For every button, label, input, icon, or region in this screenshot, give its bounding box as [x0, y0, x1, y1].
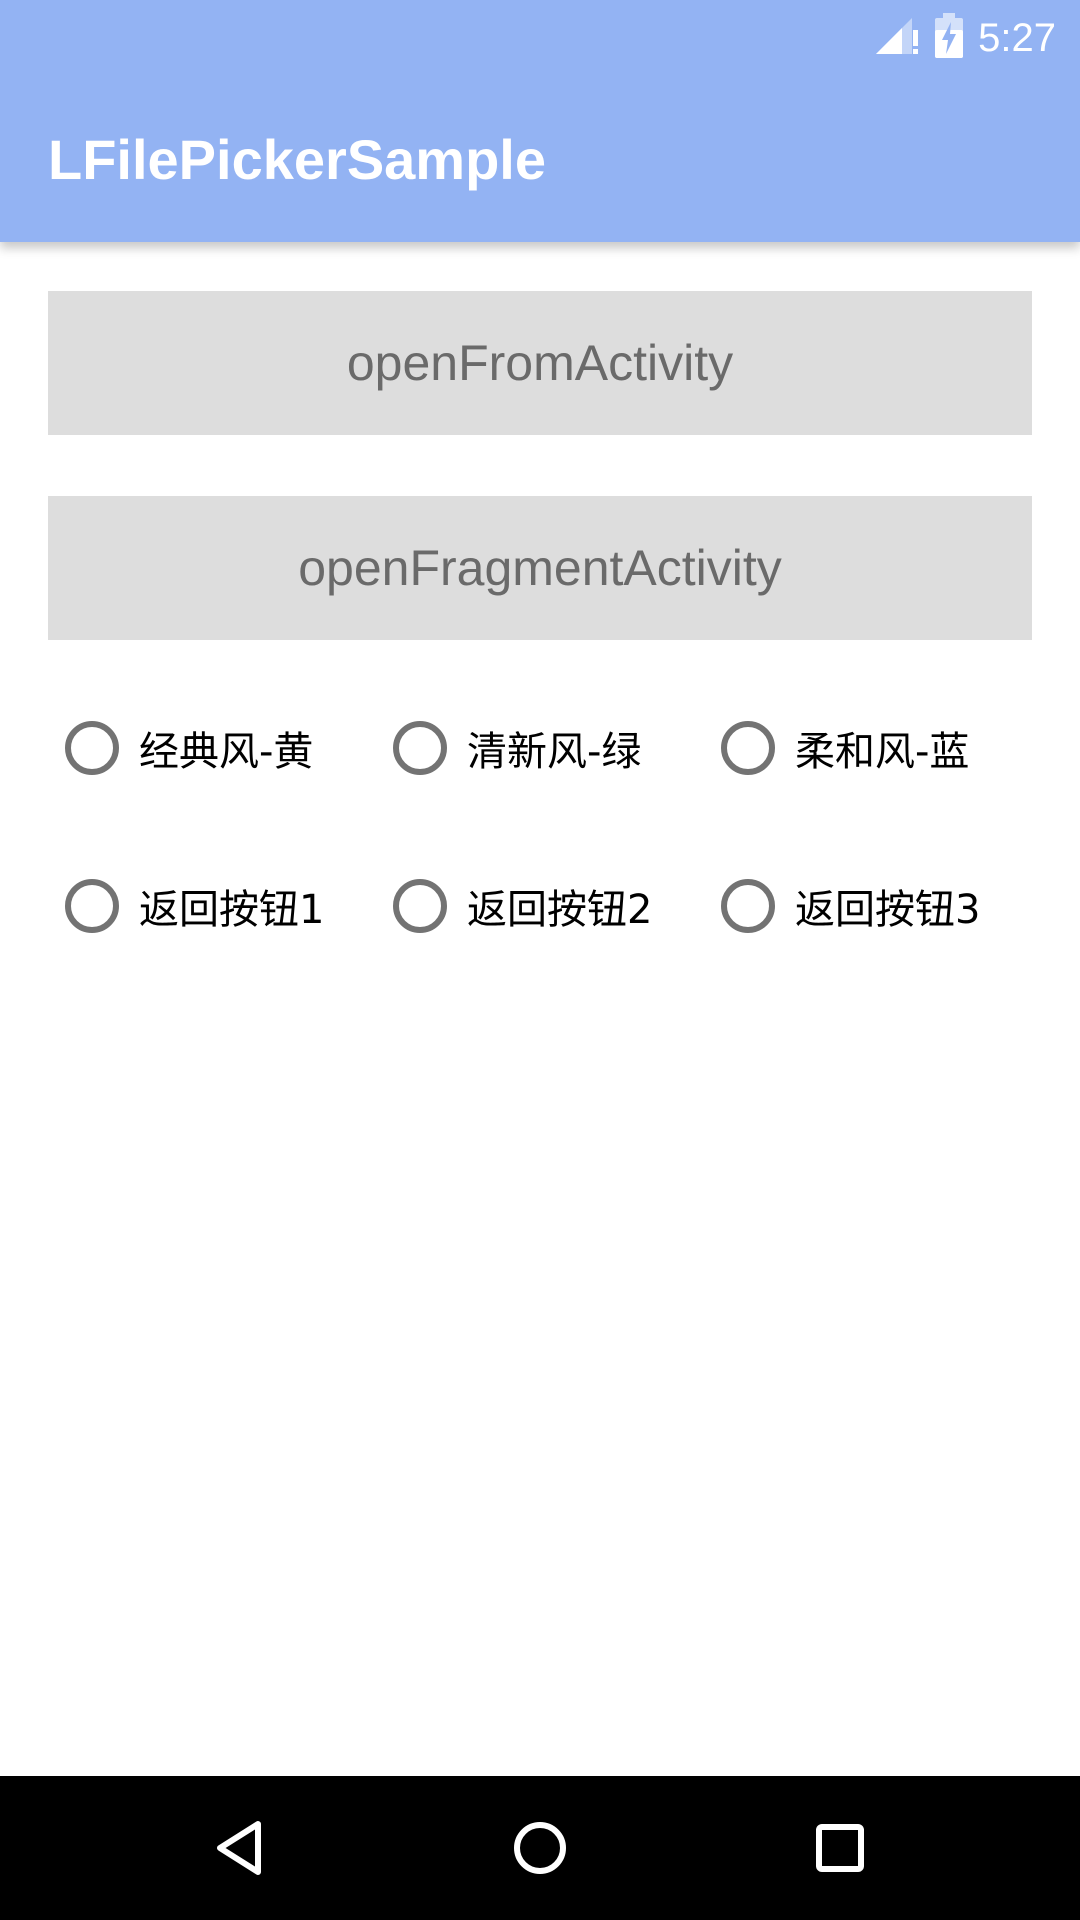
navigation-bar [0, 1776, 1080, 1920]
app-title: LFilePickerSample [48, 128, 547, 191]
radio-unchecked-icon[interactable] [65, 721, 119, 775]
radio-label: 经典风-黄 [139, 729, 314, 775]
back-button-radio-group: 返回按钮1 返回按钮2 返回按钮3 [48, 856, 1032, 956]
radio-label: 柔和风-蓝 [795, 729, 970, 775]
back-icon[interactable] [200, 1808, 280, 1888]
theme-radio-group: 经典风-黄 清新风-绿 柔和风-蓝 [48, 698, 1032, 798]
radio-label: 清新风-绿 [467, 729, 642, 775]
radio-unchecked-icon[interactable] [721, 721, 775, 775]
app-bar: 5:27 LFilePickerSample [0, 0, 1080, 242]
theme-radio-soft-blue[interactable]: 柔和风-蓝 [704, 698, 969, 798]
back-button-radio-1[interactable]: 返回按钮1 [48, 856, 324, 956]
screen: 5:27 LFilePickerSample openFromActivity … [0, 0, 1080, 1920]
battery-charging-icon [934, 13, 964, 63]
open-fragment-activity-button[interactable]: openFragmentActivity [48, 496, 1032, 640]
status-bar: 5:27 [0, 0, 1080, 76]
signal-icon [874, 16, 920, 60]
status-icons: 5:27 [874, 13, 1056, 63]
theme-radio-fresh-green[interactable]: 清新风-绿 [376, 698, 641, 798]
open-from-activity-button[interactable]: openFromActivity [48, 291, 1032, 435]
theme-radio-classic-yellow[interactable]: 经典风-黄 [48, 698, 313, 798]
home-icon[interactable] [500, 1808, 580, 1888]
radio-label: 返回按钮1 [139, 887, 325, 933]
radio-unchecked-icon[interactable] [393, 879, 447, 933]
radio-label: 返回按钮2 [467, 887, 653, 933]
radio-unchecked-icon[interactable] [393, 721, 447, 775]
radio-unchecked-icon[interactable] [721, 879, 775, 933]
radio-unchecked-icon[interactable] [65, 879, 119, 933]
recents-icon[interactable] [800, 1808, 880, 1888]
back-button-radio-3[interactable]: 返回按钮3 [704, 856, 980, 956]
back-button-radio-2[interactable]: 返回按钮2 [376, 856, 652, 956]
radio-label: 返回按钮3 [795, 887, 981, 933]
status-time: 5:27 [978, 16, 1056, 60]
